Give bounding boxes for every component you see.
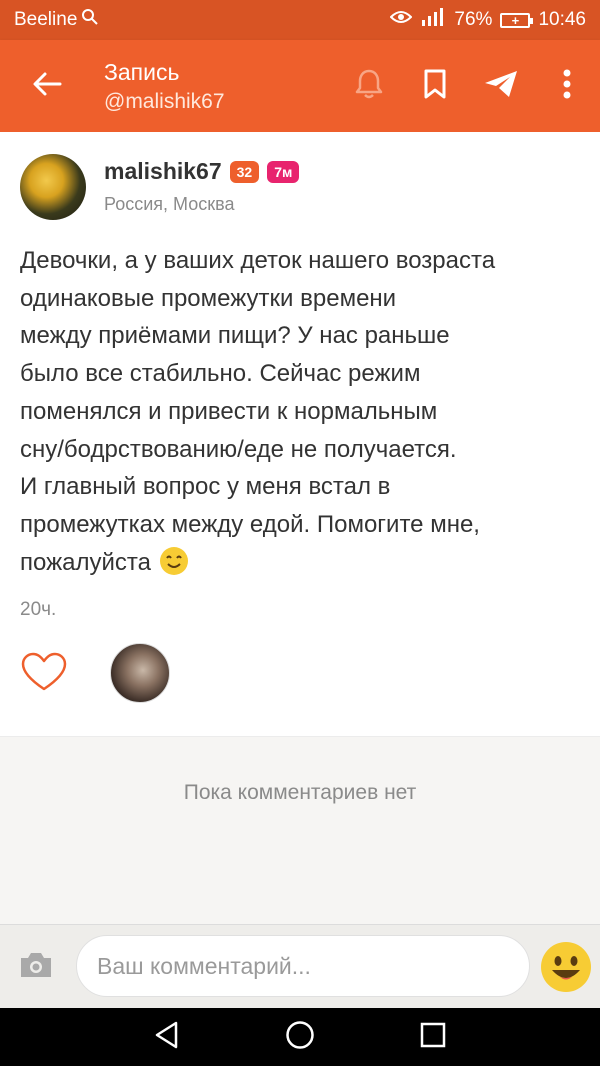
circle-home-icon [285,1020,315,1055]
comments-section: Пока комментариев нет [0,736,600,924]
author-line: malishik67 32 7м [104,158,300,185]
back-arrow-icon [32,71,62,102]
bookmark-button[interactable] [402,40,468,132]
level-badge: 32 [229,160,260,183]
notifications-button[interactable] [336,40,402,132]
post-text: Девочки, а у ваших деток нашего возраста… [20,247,496,576]
post-time: 20ч. [20,599,57,620]
author-avatar[interactable] [20,154,86,220]
nav-home-button[interactable] [275,1012,325,1062]
page-title: Запись [104,58,180,85]
search-status-icon [81,8,99,32]
author-location: Россия, Москва [104,194,235,214]
nav-back-button[interactable] [142,1012,192,1062]
comment-input[interactable]: Ваш комментарий... [76,935,530,997]
heart-icon [21,652,67,697]
more-vert-icon [563,69,571,104]
author-name[interactable]: malishik67 [104,158,222,185]
carrier-name: Beeline [14,9,78,30]
no-comments-text: Пока комментариев нет [183,781,417,804]
square-recents-icon [420,1022,446,1053]
page-subtitle: @malishik67 [104,89,225,113]
comment-placeholder: Ваш комментарий... [97,952,311,979]
system-nav-bar [0,1008,600,1066]
nav-recents-button[interactable] [408,1012,458,1062]
more-menu-button[interactable] [534,40,600,132]
post: malishik67 32 7м Россия, Москва Девочки,… [0,132,600,736]
smile-emoji-icon [540,942,592,997]
like-button[interactable] [18,648,70,700]
bell-icon [354,68,384,105]
signal-icon [420,8,446,32]
send-icon [483,69,519,104]
triangle-back-icon [154,1021,180,1054]
share-button[interactable] [468,40,534,132]
liker-avatar[interactable] [110,643,170,703]
age-badge: 7м [267,160,300,183]
smiley-emoji-icon [159,546,189,588]
carrier: Beeline [14,8,99,32]
app-bar-titles: Запись @malishik67 [94,59,336,114]
app-bar: Запись @malishik67 [0,40,600,132]
eye-icon [390,9,413,31]
back-button[interactable] [0,40,94,132]
comment-composer: Ваш комментарий... [0,924,600,1008]
camera-icon [18,950,54,985]
status-bar: Beeline 76% + 10:46 [0,0,600,40]
battery-icon: + [500,12,534,28]
clock: 10:46 [538,9,586,30]
emoji-button[interactable] [540,941,592,993]
post-text-block: Девочки, а у ваших деток нашего возраста… [20,242,580,587]
bookmark-icon [423,69,447,104]
camera-button[interactable] [16,947,56,987]
battery-percent: 76% [454,9,493,30]
